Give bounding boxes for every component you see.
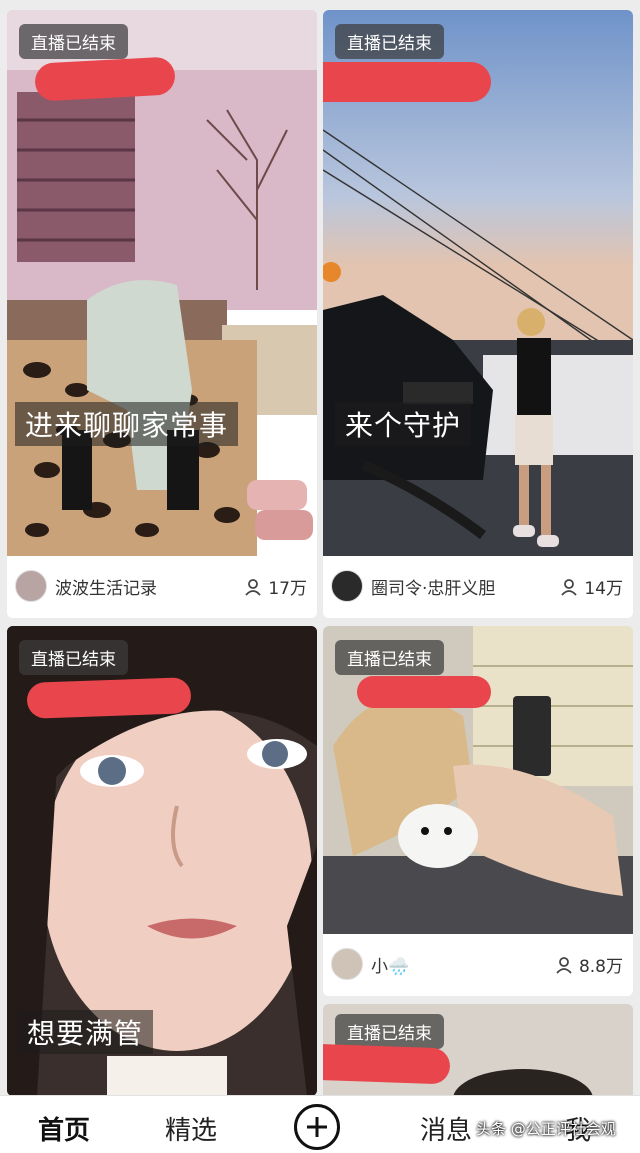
card-meta: 小🌧️ 8.8万	[323, 934, 633, 996]
live-ended-badge: 直播已结束	[335, 640, 444, 675]
nav-messages[interactable]: 消息	[420, 1110, 472, 1147]
viewer-count-value: 17万	[268, 579, 307, 599]
live-ended-badge: 直播已结束	[19, 24, 128, 59]
redaction-mark	[34, 56, 176, 102]
viewer-count-value: 8.8万	[578, 957, 623, 977]
add-button[interactable]	[294, 1104, 340, 1150]
live-caption: 来个守护	[335, 402, 472, 446]
avatar	[331, 948, 363, 980]
redaction-mark	[323, 1043, 451, 1085]
person-icon	[245, 578, 262, 596]
viewer-count: 17万	[244, 574, 307, 599]
watermark: 头条 @公正评社会观	[476, 1120, 616, 1138]
live-ended-badge: 直播已结束	[19, 640, 128, 675]
avatar	[331, 570, 363, 602]
live-card[interactable]: 直播已结束 来个守护 圈司令·忠肝义胆 14万	[323, 10, 633, 618]
live-card[interactable]: 直播已结束	[323, 1004, 633, 1095]
live-caption: 进来聊聊家常事	[15, 402, 239, 446]
live-feed: 直播已结束 进来聊聊家常事 波波生活记录 17万 直播已结束 来个守护 圈司令·…	[0, 0, 640, 1095]
person-icon	[561, 578, 578, 596]
card-meta: 圈司令·忠肝义胆 14万	[323, 556, 633, 618]
nav-home[interactable]: 首页	[38, 1110, 90, 1147]
viewer-count: 14万	[560, 574, 623, 599]
live-card[interactable]: 直播已结束 进来聊聊家常事 波波生活记录 17万	[7, 10, 317, 618]
viewer-count-value: 14万	[584, 579, 623, 599]
redaction-mark	[357, 676, 491, 708]
live-ended-badge: 直播已结束	[335, 1014, 444, 1049]
author-name[interactable]: 波波生活记录	[55, 574, 157, 599]
redaction-mark	[26, 677, 192, 719]
person-icon	[556, 956, 572, 974]
author-name[interactable]: 圈司令·忠肝义胆	[371, 574, 495, 599]
live-card[interactable]: 直播已结束 小🌧️ 8.8万	[323, 626, 633, 996]
card-meta: 波波生活记录 17万	[7, 556, 317, 618]
plus-icon	[307, 1117, 327, 1137]
nav-featured[interactable]: 精选	[165, 1110, 217, 1147]
live-caption: 想要满管	[17, 1010, 154, 1054]
live-ended-badge: 直播已结束	[335, 24, 444, 59]
author-name[interactable]: 小🌧️	[371, 952, 409, 977]
redaction-mark	[323, 62, 491, 102]
live-card[interactable]: 直播已结束 想要满管	[7, 626, 317, 1095]
viewer-count: 8.8万	[555, 952, 623, 977]
avatar	[15, 570, 47, 602]
